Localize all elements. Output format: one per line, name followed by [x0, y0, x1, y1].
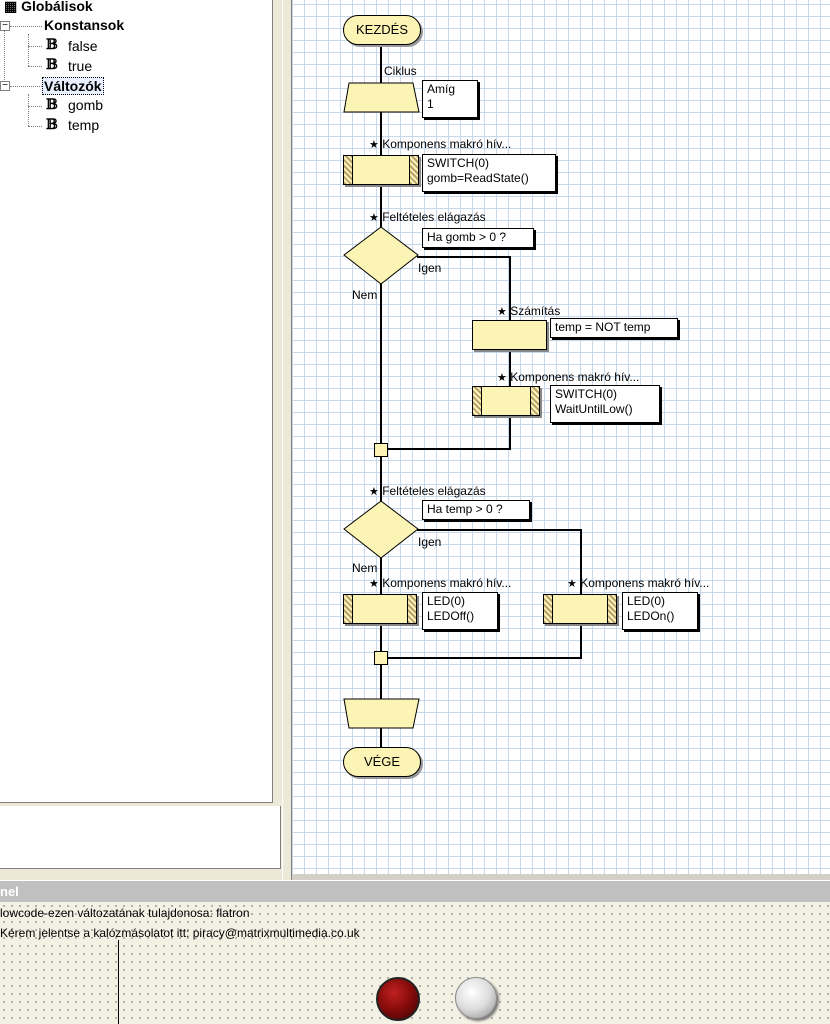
panel-title: nel	[0, 884, 19, 899]
project-tree[interactable]: ▦ Globálisok − Konstansok 𝔹 false 𝔹 true…	[0, 0, 273, 803]
tree-line	[28, 94, 29, 126]
bool-constant-icon: 𝔹	[46, 57, 58, 73]
tree-line	[28, 66, 42, 67]
decision2-label: ★ Feltételes elágazás	[369, 484, 486, 498]
calc-note: temp = NOT temp	[550, 318, 678, 338]
decision1-label: ★ Feltételes elágazás	[369, 210, 486, 224]
tree-line	[28, 34, 29, 66]
decision1-note: Ha gomb > 0 ?	[422, 228, 534, 248]
tree-node-constants[interactable]: Konstansok	[44, 17, 124, 33]
macro1-note: SWITCH(0) gomb=ReadState()	[422, 154, 556, 192]
decision2-note: Ha temp > 0 ?	[422, 500, 530, 520]
piracy-message: Kérem jelentse a kalózmásolatot itt: pir…	[0, 926, 360, 940]
loop-note: Amíg 1	[422, 80, 478, 118]
loop-label: Ciklus	[384, 64, 417, 78]
macro4-label: ★ Komponens makró hív...	[567, 576, 710, 590]
tree-item-true[interactable]: true	[68, 58, 92, 74]
pane-splitter[interactable]	[282, 0, 292, 880]
panel-header: nel	[0, 880, 830, 903]
flow-line	[580, 622, 582, 658]
tree-line	[28, 106, 42, 107]
bool-variable-icon: 𝔹	[46, 97, 58, 113]
macro2-block[interactable]	[472, 386, 540, 416]
flow-line	[417, 529, 581, 531]
macro3-label: ★ Komponens makró hív...	[369, 576, 512, 590]
tree-item-gomb[interactable]: gomb	[68, 97, 103, 113]
loop-block[interactable]	[343, 82, 423, 114]
junction-connector	[374, 443, 388, 457]
decision2-yes-label: Igen	[418, 535, 442, 549]
macro2-label: ★ Komponens makró hív...	[497, 370, 640, 384]
flow-line	[417, 256, 510, 258]
star-icon: ★	[369, 578, 379, 590]
collapse-constants-icon[interactable]: −	[0, 21, 10, 31]
start-block[interactable]: KEZDÉS	[343, 15, 421, 45]
macro3-block[interactable]	[343, 594, 417, 624]
end-block[interactable]: VÉGE	[343, 747, 421, 777]
calc-label: ★ Számítás	[497, 304, 561, 318]
decision2-block[interactable]	[343, 500, 421, 560]
tree-line	[4, 22, 5, 88]
license-message: lowcode-ezen változatának tulajdonosa: f…	[0, 906, 250, 920]
globals-icon: ▦	[4, 0, 18, 14]
star-icon: ★	[567, 578, 577, 590]
flow-line	[387, 657, 582, 659]
calc-block[interactable]	[472, 320, 547, 350]
led-component[interactable]	[376, 977, 420, 1021]
panel-divider	[118, 940, 119, 1024]
tree-item-false[interactable]: false	[68, 38, 98, 54]
bool-constant-icon: 𝔹	[46, 37, 58, 53]
macro1-label: ★ Komponens makró hív...	[369, 137, 512, 151]
bool-variable-icon: 𝔹	[46, 117, 58, 133]
tree-node-globals[interactable]: ▦ Globálisok	[4, 0, 93, 15]
flow-line	[509, 416, 511, 450]
decision1-block[interactable]	[343, 226, 421, 286]
collapse-variables-icon[interactable]: −	[0, 81, 10, 91]
flowchart-canvas[interactable]	[292, 0, 830, 874]
flow-line	[387, 448, 511, 450]
junction-connector	[374, 651, 388, 665]
star-icon: ★	[369, 486, 379, 498]
tree-item-temp[interactable]: temp	[68, 117, 99, 133]
tree-node-variables[interactable]: Változók	[42, 77, 104, 95]
tree-line	[10, 86, 42, 87]
macro2-note: SWITCH(0) WaitUntilLow()	[550, 385, 660, 423]
star-icon: ★	[369, 139, 379, 151]
flow-line	[380, 664, 382, 700]
flow-line	[380, 728, 382, 748]
properties-pane	[0, 806, 281, 869]
decision1-no-label: Nem	[352, 288, 378, 302]
tree-line	[10, 26, 42, 27]
decision2-no-label: Nem	[352, 561, 378, 575]
flow-line	[380, 622, 382, 652]
macro1-block[interactable]	[343, 155, 419, 185]
macro3-note: LED(0) LEDOff()	[422, 592, 498, 630]
loop-end-block[interactable]	[343, 698, 423, 730]
macro4-note: LED(0) LEDOn()	[622, 592, 698, 630]
tree-line	[28, 46, 42, 47]
star-icon: ★	[369, 212, 379, 224]
switch-button-component[interactable]	[455, 977, 497, 1019]
left-panel: ▦ Globálisok − Konstansok 𝔹 false 𝔹 true…	[0, 0, 290, 880]
star-icon: ★	[497, 306, 507, 318]
flow-line	[380, 284, 382, 444]
flow-line	[380, 45, 382, 83]
macro4-block[interactable]	[543, 594, 617, 624]
tree-line	[28, 126, 42, 127]
decision1-yes-label: Igen	[418, 261, 442, 275]
star-icon: ★	[497, 372, 507, 384]
